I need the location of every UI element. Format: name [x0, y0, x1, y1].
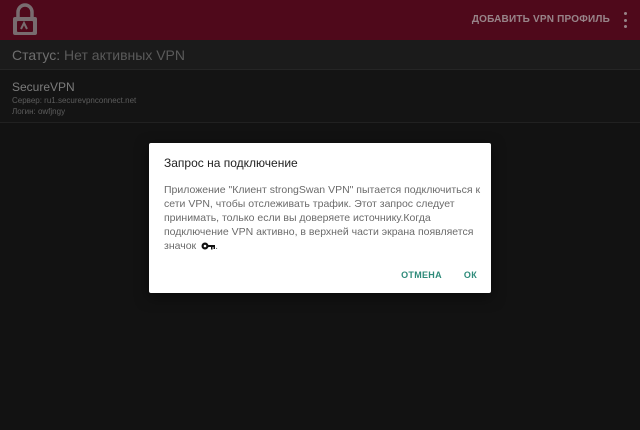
- key-icon: [201, 242, 216, 250]
- dialog-message: Приложение "Клиент strongSwan VPN" пытае…: [164, 183, 482, 253]
- dialog-message-end: .: [215, 240, 218, 252]
- dialog-title: Запрос на подключение: [164, 156, 298, 170]
- connection-request-dialog: Запрос на подключение Приложение "Клиент…: [149, 143, 491, 293]
- cancel-button[interactable]: ОТМЕНА: [401, 270, 442, 280]
- ok-button[interactable]: ОК: [464, 270, 477, 280]
- dialog-actions: ОТМЕНА ОК: [401, 270, 477, 280]
